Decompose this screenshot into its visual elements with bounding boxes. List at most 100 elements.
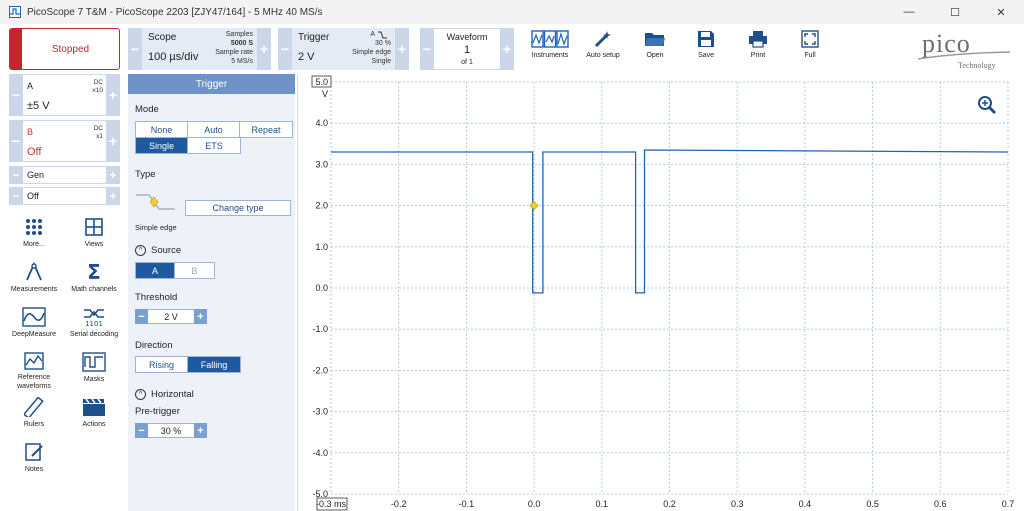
next-waveform-button[interactable]: + — [500, 28, 514, 70]
zoom-icon[interactable] — [978, 96, 997, 115]
math-channels-tool-label: Math channels — [71, 286, 117, 293]
serial-decoding-tool[interactable]: 1101 Serial decoding — [66, 307, 122, 339]
run-stop-button[interactable]: Stopped — [9, 28, 120, 70]
minimize-button[interactable]: — — [886, 0, 932, 24]
print-button[interactable]: Print — [735, 28, 781, 70]
horizontal-section-toggle[interactable]: ^ Horizontal — [135, 389, 194, 400]
rulers-tool[interactable]: Rulers — [6, 397, 62, 429]
logo-technology: Technology — [958, 61, 996, 70]
auto-setup-button[interactable]: Auto setup — [580, 28, 626, 70]
simple-edge-icon — [136, 194, 175, 210]
generator-increase[interactable]: + — [106, 166, 120, 184]
channel-a-range-decrease[interactable]: − — [9, 74, 23, 116]
measurements-tool[interactable]: Measurements — [6, 262, 62, 294]
mode-ets-button[interactable]: ETS — [188, 138, 240, 153]
source-section-toggle[interactable]: ^ Source — [135, 245, 181, 256]
trigger-panel: Trigger Mode None Auto Repeat Single ETS… — [128, 74, 295, 511]
mode-none-button[interactable]: None — [136, 122, 188, 137]
views-tool[interactable]: Views — [66, 217, 122, 249]
y-tick-label: 4.0 — [315, 118, 328, 128]
source-a-button[interactable]: A — [136, 263, 175, 278]
toolbar: Stopped − Scope 100 µs/div Samples 5000 … — [0, 24, 1024, 74]
run-state-indicator — [10, 29, 22, 69]
channel-b-display[interactable]: B DC x1 Off — [23, 120, 106, 162]
notes-tool-label: Notes — [24, 466, 44, 473]
mode-repeat-button[interactable]: Repeat — [240, 122, 292, 137]
views-grid-icon — [85, 218, 103, 236]
maximize-button[interactable]: ☐ — [932, 0, 978, 24]
channel-a-range-increase[interactable]: + — [106, 74, 120, 116]
scope-plot[interactable]: 5.04.03.02.01.00.0-1.0-2.0-3.0-4.0-5.0V … — [298, 74, 1024, 511]
deepmeasure-icon — [22, 307, 46, 327]
previous-waveform-button[interactable]: − — [420, 28, 434, 70]
pretrigger-increase-button[interactable]: + — [194, 423, 207, 438]
pico-logo: pico Technology — [916, 27, 1012, 71]
trigger-display[interactable]: Trigger 2 V A 30 % Simple edge Single — [292, 28, 395, 70]
timebase-increase-button[interactable]: + — [257, 28, 271, 70]
generator-state-display[interactable]: Off — [23, 187, 106, 205]
direction-falling-button[interactable]: Falling — [188, 357, 240, 372]
x-tick-label: 0.7 — [1002, 499, 1015, 509]
mode-selector-row2: Single ETS — [135, 137, 241, 154]
threshold-decrease-button[interactable]: − — [135, 309, 148, 324]
pretrigger-value[interactable]: 30 % — [148, 423, 194, 438]
more-tool[interactable]: More... — [6, 217, 62, 249]
rulers-tool-label: Rulers — [23, 421, 45, 428]
folder-open-icon — [645, 33, 665, 46]
source-b-button[interactable]: B — [175, 263, 214, 278]
mode-single-button[interactable]: Single — [136, 138, 188, 153]
deepmeasure-tool[interactable]: DeepMeasure — [6, 307, 62, 339]
y-tick-label: 5.0 — [315, 77, 328, 87]
timebase-display[interactable]: Scope 100 µs/div Samples 5000 S Sample r… — [142, 28, 257, 70]
channel-a-range: ±5 V — [27, 100, 50, 112]
auto-setup-label: Auto setup — [586, 52, 620, 59]
timebase-value: 100 µs/div — [148, 51, 199, 63]
trigger-level-increase-button[interactable]: + — [395, 28, 409, 70]
deepmeasure-tool-label: DeepMeasure — [12, 331, 56, 338]
pretrigger-stepper: − 30 % + — [135, 423, 207, 438]
masks-tool-label: Masks — [83, 376, 105, 383]
threshold-stepper: − 2 V + — [135, 309, 207, 324]
save-disk-icon — [698, 31, 714, 47]
reference-waveforms-tool[interactable]: Reference waveforms — [6, 352, 62, 391]
channel-b-range-increase[interactable]: + — [106, 120, 120, 162]
chevron-up-icon: ^ — [135, 389, 146, 400]
notes-icon — [25, 443, 43, 461]
title-bar: PicoScope 7 T&M - PicoScope 2203 [ZJY47/… — [0, 0, 1024, 24]
scope-view[interactable]: 5.0 4.0 3.0 2.0 1.0 0.0 -1.0 -2.0 -3.0 -4.0 -5.0 V … — [297, 74, 1024, 511]
actions-tool[interactable]: Actions — [66, 397, 122, 429]
threshold-value[interactable]: 2 V — [148, 309, 194, 324]
save-button[interactable]: Save — [683, 28, 729, 70]
instruments-button[interactable]: Instruments — [527, 28, 573, 70]
generator-state-decrease[interactable]: − — [9, 187, 23, 205]
direction-label: Direction — [135, 340, 173, 351]
direction-selector: Rising Falling — [135, 356, 241, 373]
math-channels-tool[interactable]: Σ Math channels — [66, 262, 122, 294]
channel-a-control: − A DC x10 ±5 V + — [9, 74, 120, 116]
full-screen-button[interactable]: Full — [787, 28, 833, 70]
masks-tool[interactable]: Masks — [66, 352, 122, 384]
trigger-marker[interactable] — [529, 201, 539, 211]
close-button[interactable]: ✕ — [978, 0, 1024, 24]
generator-display[interactable]: Gen — [23, 166, 106, 184]
notes-tool[interactable]: Notes — [6, 442, 62, 474]
mode-auto-button[interactable]: Auto — [188, 122, 240, 137]
threshold-increase-button[interactable]: + — [194, 309, 207, 324]
timebase-decrease-button[interactable]: − — [128, 28, 142, 70]
channel-b-coupling: DC — [93, 125, 103, 132]
generator-decrease[interactable]: − — [9, 166, 23, 184]
direction-rising-button[interactable]: Rising — [136, 357, 188, 372]
trigger-level-decrease-button[interactable]: − — [278, 28, 292, 70]
instruments-icon — [531, 30, 569, 48]
channel-b-range-decrease[interactable]: − — [9, 120, 23, 162]
waveform-count: of 1 — [461, 59, 473, 66]
waveform-current: 1 — [463, 44, 471, 56]
change-type-button[interactable]: Change type — [185, 200, 291, 216]
source-selector: A B — [135, 262, 215, 279]
scope-control: − Scope 100 µs/div Samples 5000 S Sample… — [128, 28, 271, 70]
channel-a-display[interactable]: A DC x10 ±5 V — [23, 74, 106, 116]
generator-state-increase[interactable]: + — [106, 187, 120, 205]
pretrigger-decrease-button[interactable]: − — [135, 423, 148, 438]
open-button[interactable]: Open — [632, 28, 678, 70]
samples-label: Samples — [225, 31, 253, 38]
